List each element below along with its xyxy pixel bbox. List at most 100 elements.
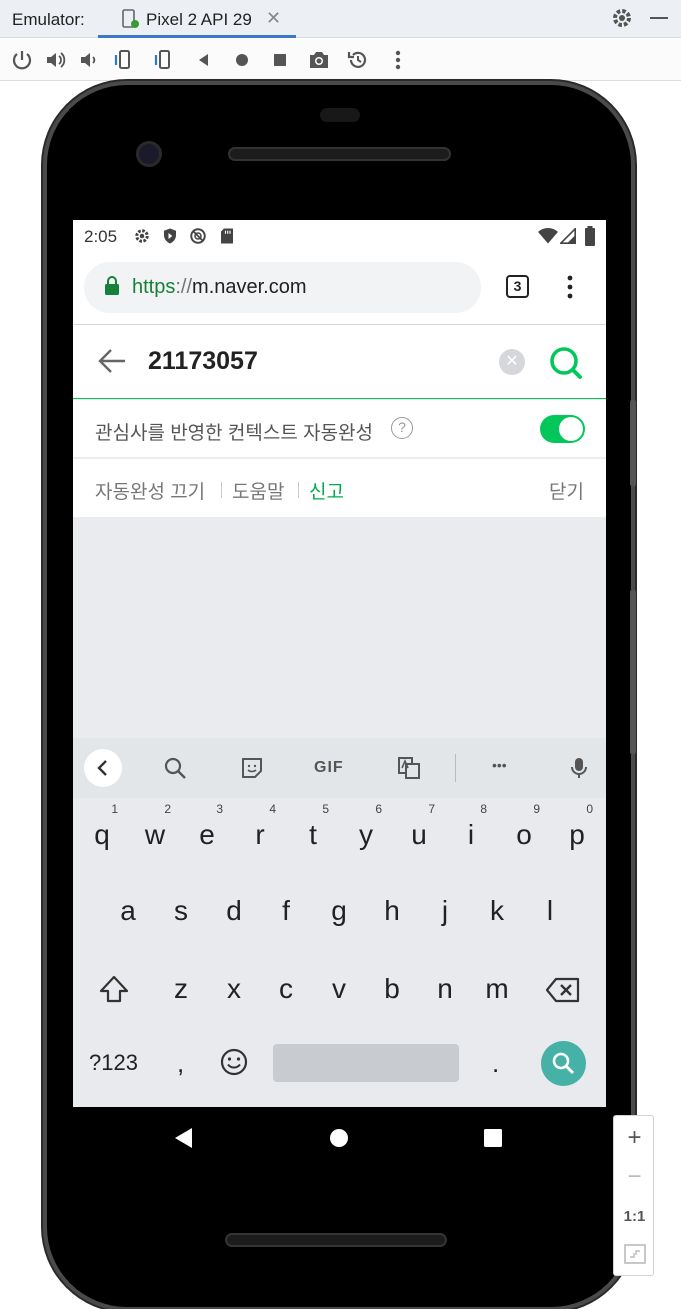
microphone-icon[interactable] — [567, 756, 591, 780]
key-i[interactable]: i8 — [447, 803, 495, 863]
period-key[interactable]: . — [492, 1048, 499, 1079]
snapshot-icon[interactable] — [346, 48, 370, 72]
browser-menu-icon[interactable] — [558, 274, 582, 305]
device-tab[interactable]: Pixel 2 API 29 ✕ — [98, 0, 296, 38]
address-field[interactable]: https://m.naver.com — [84, 262, 481, 313]
symbols-key[interactable]: ?123 — [89, 1050, 138, 1076]
power-icon[interactable] — [10, 48, 34, 72]
tab-switcher-button[interactable]: 3 — [506, 275, 529, 298]
zoom-actual-size-button[interactable]: 1:1 — [614, 1208, 655, 1225]
block-status-icon — [189, 227, 207, 250]
key-c[interactable]: c — [262, 961, 310, 1017]
sd-card-status-icon — [219, 227, 235, 250]
back-icon[interactable] — [192, 48, 216, 72]
status-time: 2:05 — [84, 227, 118, 246]
nav-home-icon[interactable] — [329, 1128, 349, 1153]
volume-up-icon[interactable] — [44, 48, 68, 72]
key-w[interactable]: w2 — [131, 803, 179, 863]
key-a[interactable]: a — [104, 883, 152, 939]
status-bar: 2:05 — [73, 220, 606, 252]
keyboard: GIF ••• q1 w2 e3 r4 t5 y6 u7 i8 o9 p0 a … — [73, 738, 606, 1107]
key-h[interactable]: h — [368, 883, 416, 939]
nav-back-icon[interactable] — [173, 1127, 195, 1154]
key-m[interactable]: m — [473, 961, 521, 1017]
turn-off-autocomplete-link[interactable]: 자동완성 끄기 — [95, 477, 205, 504]
back-arrow-icon[interactable] — [97, 348, 127, 379]
shift-icon[interactable] — [98, 974, 130, 1009]
battery-icon — [584, 226, 596, 251]
key-d[interactable]: d — [210, 883, 258, 939]
volume-side-button[interactable] — [630, 590, 636, 754]
key-b[interactable]: b — [368, 961, 416, 1017]
key-e[interactable]: e3 — [183, 803, 231, 863]
more-vert-icon[interactable] — [386, 48, 410, 72]
key-g[interactable]: g — [315, 883, 363, 939]
key-label: w — [144, 819, 166, 850]
key-k[interactable]: k — [473, 883, 521, 939]
key-v[interactable]: v — [315, 961, 363, 1017]
lock-icon — [104, 276, 120, 301]
overview-icon[interactable] — [268, 48, 292, 72]
sticker-icon[interactable] — [240, 756, 264, 780]
rotate-right-icon[interactable] — [152, 48, 176, 72]
device-screen: 2:05 https://m.naver.com 3 21173057 ✕ 관심… — [73, 220, 606, 1107]
key-j[interactable]: j — [421, 883, 469, 939]
key-n[interactable]: n — [421, 961, 469, 1017]
fit-screen-icon[interactable] — [624, 1244, 646, 1269]
keyboard-search-button[interactable] — [541, 1041, 586, 1086]
key-f[interactable]: f — [262, 883, 310, 939]
key-l[interactable]: l — [526, 883, 574, 939]
key-x[interactable]: x — [210, 961, 258, 1017]
signal-icon — [558, 226, 576, 249]
key-y[interactable]: y6 — [342, 803, 390, 863]
key-s[interactable]: s — [157, 883, 205, 939]
emulator-title: Emulator: — [12, 10, 85, 29]
key-u[interactable]: u7 — [395, 803, 443, 863]
clear-search-icon[interactable]: ✕ — [499, 349, 525, 375]
power-side-button[interactable] — [630, 400, 636, 486]
report-link[interactable]: 신고 — [309, 477, 344, 504]
help-icon[interactable]: ? — [391, 417, 413, 439]
close-tab-icon[interactable]: ✕ — [266, 8, 281, 29]
autocomplete-links-row: 자동완성 끄기 도움말 신고 닫기 — [73, 459, 606, 517]
space-key[interactable] — [273, 1044, 459, 1082]
home-icon[interactable] — [230, 48, 254, 72]
context-autocomplete-toggle[interactable] — [540, 415, 585, 443]
search-input[interactable]: 21173057 — [148, 347, 258, 376]
gif-button[interactable]: GIF — [314, 759, 344, 777]
key-hint: 9 — [533, 802, 540, 816]
translate-icon[interactable] — [397, 756, 421, 780]
zoom-out-button[interactable]: − — [614, 1163, 655, 1191]
close-link[interactable]: 닫기 — [549, 477, 584, 504]
key-hint: 7 — [428, 802, 435, 816]
proximity-sensor — [320, 108, 360, 122]
key-hint: 2 — [164, 802, 171, 816]
gear-icon[interactable] — [610, 6, 634, 35]
help-link[interactable]: 도움말 — [232, 477, 284, 504]
url-host: m.naver.com — [192, 276, 307, 298]
camera-icon[interactable] — [307, 48, 331, 72]
key-o[interactable]: o9 — [500, 803, 548, 863]
wifi-icon — [538, 227, 558, 250]
comma-key[interactable]: , — [177, 1048, 184, 1079]
emoji-icon[interactable] — [219, 1047, 249, 1082]
more-options-icon[interactable]: ••• — [492, 757, 507, 773]
emulator-tab-bar: Emulator: Pixel 2 API 29 ✕ — [0, 0, 681, 38]
zoom-in-button[interactable]: + — [614, 1124, 655, 1152]
rotate-left-icon[interactable] — [112, 48, 136, 72]
minimize-icon[interactable] — [650, 17, 668, 19]
search-submit-icon[interactable] — [548, 345, 584, 386]
key-z[interactable]: z — [157, 961, 205, 1017]
nav-recents-icon[interactable] — [483, 1128, 503, 1153]
volume-down-icon[interactable] — [78, 48, 102, 72]
key-q[interactable]: q1 — [78, 803, 126, 863]
backspace-icon[interactable] — [545, 976, 581, 1009]
keyboard-search-icon[interactable] — [163, 756, 187, 780]
key-r[interactable]: r4 — [236, 803, 284, 863]
key-t[interactable]: t5 — [289, 803, 337, 863]
key-p[interactable]: p0 — [553, 803, 601, 863]
collapse-toolbar-button[interactable] — [84, 749, 122, 787]
device-icon — [122, 9, 140, 34]
android-nav-bar — [73, 1107, 606, 1169]
link-divider — [298, 482, 299, 498]
